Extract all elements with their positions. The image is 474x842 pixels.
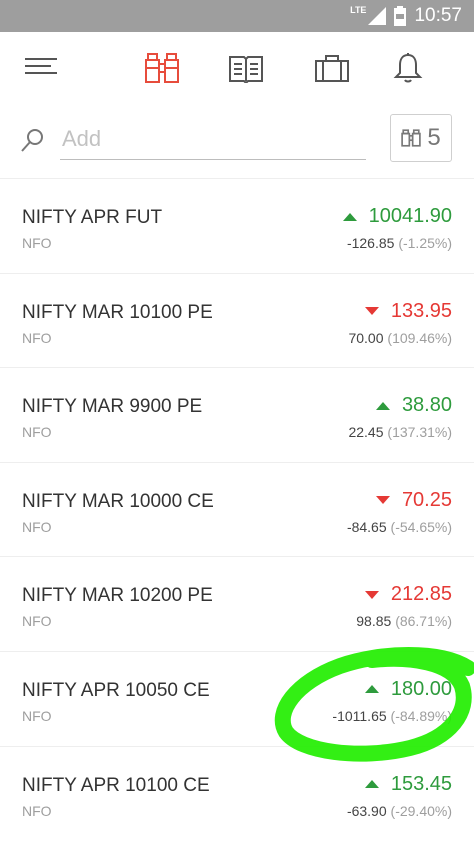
- tab-orders[interactable]: [226, 50, 266, 86]
- ltp-value: 153.45: [390, 772, 452, 795]
- change-value: -84.65: [346, 518, 387, 535]
- menu-icon: [25, 58, 57, 74]
- menu-button[interactable]: [22, 50, 62, 86]
- instrument-ltp: 212.85: [364, 583, 452, 606]
- change-percent: (-29.40%): [390, 802, 452, 819]
- instrument-ltp: 10041.90: [342, 205, 452, 228]
- list-item[interactable]: NIFTY MAR 10000 CE NFO 70.25 -84.65 (-54…: [0, 461, 474, 557]
- change-value: -63.90: [346, 802, 387, 819]
- down-arrow-icon: [364, 307, 379, 316]
- instrument-symbol: NIFTY MAR 10000 CE: [22, 490, 214, 512]
- change-value: 22.45: [348, 424, 384, 441]
- instrument-exchange: NFO: [22, 802, 52, 819]
- list-item[interactable]: NIFTY APR 10050 CE NFO 180.00 -1011.65 (…: [0, 650, 474, 746]
- instrument-ltp: 70.25: [375, 488, 452, 512]
- ltp-value: 133.95: [390, 299, 452, 322]
- change-percent: (86.71%): [395, 613, 452, 630]
- instrument-symbol: NIFTY APR 10050 CE: [22, 679, 210, 701]
- down-arrow-icon: [364, 590, 379, 599]
- list-item[interactable]: NIFTY APR FUT NFO 10041.90 -126.85 (-1.2…: [0, 178, 474, 273]
- list-item[interactable]: NIFTY MAR 10200 PE NFO 212.85 98.85 (86.…: [0, 556, 474, 651]
- tab-marketwatch[interactable]: [142, 50, 182, 86]
- instrument-symbol: NIFTY APR FUT: [22, 207, 163, 228]
- instrument-change: -84.65 (-54.65%): [347, 519, 452, 535]
- up-arrow-icon: [342, 212, 357, 221]
- ltp-value: 212.85: [390, 583, 452, 606]
- binoculars-icon: [145, 53, 179, 83]
- instrument-ltp: 180.00: [364, 677, 452, 701]
- briefcase-icon: [315, 55, 349, 82]
- ltp-value: 70.25: [401, 488, 452, 511]
- instrument-change: -126.85 (-1.25%): [347, 235, 452, 251]
- binoculars-icon: [401, 129, 422, 147]
- book-icon: [229, 56, 263, 83]
- down-arrow-icon: [375, 496, 390, 505]
- instrument-change: -63.90 (-29.40%): [347, 803, 452, 819]
- top-navigation: [0, 32, 474, 104]
- change-value: -1011.65: [332, 707, 387, 724]
- search-row: 5: [0, 104, 474, 178]
- instrument-exchange: NFO: [22, 707, 52, 724]
- instrument-exchange: NFO: [22, 235, 52, 251]
- instrument-exchange: NFO: [22, 518, 52, 535]
- clock: 10:57: [414, 5, 462, 26]
- ltp-value: 10041.90: [368, 205, 452, 227]
- instrument-change: 22.45 (137.31%): [348, 424, 452, 440]
- change-value: 70.00: [348, 329, 384, 346]
- list-item[interactable]: NIFTY MAR 10100 PE NFO 133.95 70.00 (109…: [0, 272, 474, 368]
- instrument-symbol: NIFTY MAR 10200 PE: [22, 585, 213, 607]
- tab-notifications[interactable]: [388, 50, 428, 86]
- instrument-change: 98.85 (86.71%): [356, 613, 452, 629]
- instrument-ltp: 133.95: [364, 299, 452, 323]
- instrument-change: 70.00 (109.46%): [348, 330, 452, 346]
- up-arrow-icon: [364, 685, 379, 694]
- change-percent: (137.31%): [387, 424, 452, 441]
- instrument-symbol: NIFTY APR 10100 CE: [22, 774, 210, 796]
- ltp-value: 180.00: [390, 677, 452, 700]
- change-percent: (-54.65%): [390, 518, 452, 535]
- up-arrow-icon: [364, 780, 379, 789]
- change-percent: (-1.25%): [398, 235, 452, 251]
- up-arrow-icon: [375, 401, 390, 410]
- list-item[interactable]: NIFTY APR 10100 CE NFO 153.45 -63.90 (-2…: [0, 745, 474, 841]
- change-value: -126.85: [346, 235, 395, 251]
- instrument-list: NIFTY APR FUT NFO 10041.90 -126.85 (-1.2…: [0, 178, 474, 840]
- list-item[interactable]: NIFTY MAR 9900 PE NFO 38.80 22.45 (137.3…: [0, 367, 474, 462]
- change-value: 98.85: [356, 613, 392, 630]
- search-icon: [21, 129, 43, 152]
- change-percent: (109.46%): [387, 329, 452, 346]
- marketwatch-selector-button[interactable]: 5: [390, 114, 452, 162]
- ltp-value: 38.80: [401, 394, 452, 417]
- instrument-symbol: NIFTY MAR 10100 PE: [22, 301, 213, 323]
- bell-icon: [393, 53, 423, 83]
- tab-portfolio[interactable]: [312, 50, 352, 86]
- instrument-ltp: 153.45: [364, 772, 452, 796]
- marketwatch-number: 5: [427, 124, 441, 151]
- change-percent: (-84.89%): [390, 707, 452, 724]
- instrument-exchange: NFO: [22, 424, 52, 441]
- instrument-ltp: 38.80: [375, 394, 452, 417]
- network-type: LTE: [350, 5, 367, 15]
- signal-icon: [368, 7, 387, 25]
- instrument-exchange: NFO: [22, 613, 52, 630]
- instrument-change: -1011.65 (-84.89%): [332, 708, 452, 724]
- search-input[interactable]: [60, 118, 366, 160]
- instrument-exchange: NFO: [22, 329, 52, 346]
- status-bar: LTE 10:57: [0, 0, 474, 32]
- instrument-symbol: NIFTY MAR 9900 PE: [22, 396, 203, 418]
- battery-icon: [394, 6, 407, 26]
